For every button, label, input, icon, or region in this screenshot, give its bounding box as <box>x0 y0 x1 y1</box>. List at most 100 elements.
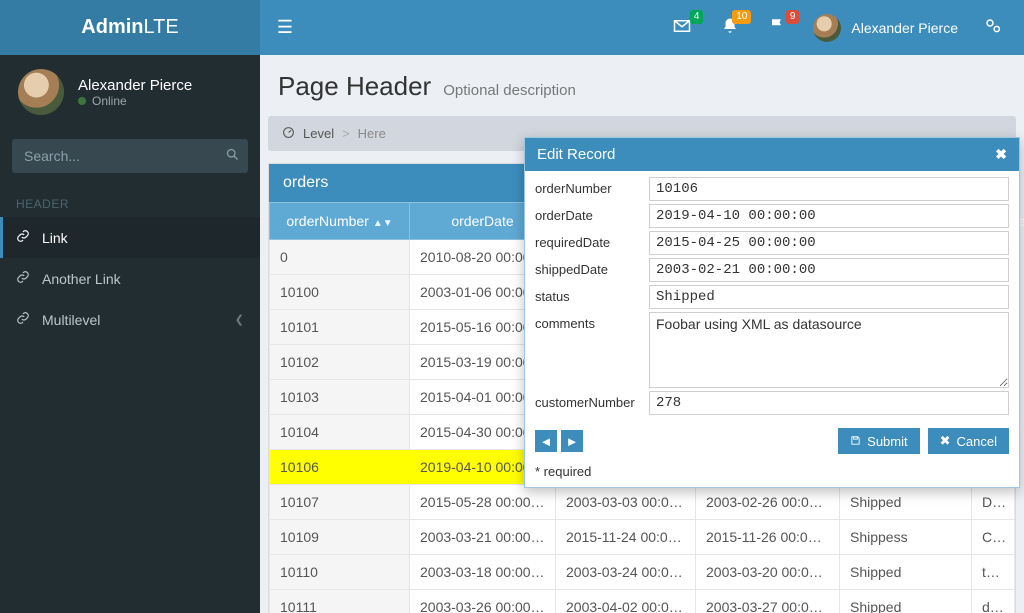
table-cell: 10110 <box>270 555 410 590</box>
search-button[interactable] <box>217 147 248 165</box>
notifications-button[interactable]: 10 <box>717 12 743 44</box>
label-orderdate: orderDate <box>535 204 649 223</box>
tasks-button[interactable]: 9 <box>765 12 791 44</box>
dialog-header[interactable]: Edit Record ✖ <box>525 138 1019 171</box>
messages-button[interactable]: 4 <box>669 12 695 44</box>
sidebar-user-status[interactable]: Online <box>78 94 192 108</box>
table-cell: Diffic <box>972 485 1015 520</box>
table-cell: Shipped <box>840 485 972 520</box>
input-ordernumber[interactable] <box>649 177 1009 201</box>
table-cell: test's <box>972 555 1015 590</box>
search-icon <box>225 149 240 165</box>
table-cell: Shipped <box>840 590 972 613</box>
table-cell: Shipped <box>840 555 972 590</box>
avatar <box>813 14 841 42</box>
avatar <box>18 69 64 115</box>
sidebar-item-label: Another Link <box>42 271 121 287</box>
top-navbar: AdminLTE ☰ 4 10 9 Alexander Pi <box>0 0 1024 55</box>
link-icon <box>16 311 30 328</box>
input-orderdate[interactable] <box>649 204 1009 228</box>
table-row[interactable]: 101072015-05-28 00:00:002003-03-03 00:00… <box>270 485 1015 520</box>
table-cell: 2015-11-24 00:00:00 <box>556 520 696 555</box>
sidebar-user-name: Alexander Pierce <box>78 77 192 94</box>
table-cell: 2003-03-27 00:00:00 <box>696 590 840 613</box>
envelope-icon <box>673 17 691 38</box>
input-comments[interactable] <box>649 312 1009 388</box>
table-cell: 2003-03-21 00:00:00 <box>410 520 556 555</box>
sort-icon: ▲▼ <box>373 218 393 229</box>
submit-button[interactable]: Submit <box>838 428 919 454</box>
chevron-left-icon: ❮ <box>235 313 244 326</box>
breadcrumb-level[interactable]: Level <box>303 126 334 141</box>
table-cell: 0 <box>270 240 410 275</box>
brand-logo[interactable]: AdminLTE <box>0 0 260 55</box>
table-cell: 2003-03-18 00:00:00 <box>410 555 556 590</box>
close-icon: ✖ <box>995 146 1007 162</box>
user-menu[interactable]: Alexander Pierce <box>813 14 958 42</box>
prev-record-button[interactable]: ◄ <box>535 430 557 452</box>
link-icon <box>16 229 30 246</box>
label-requireddate: requiredDate <box>535 231 649 250</box>
sidebar-item-another-link[interactable]: Another Link <box>0 258 260 299</box>
label-status: status <box>535 285 649 304</box>
table-cell: 10111 <box>270 590 410 613</box>
flag-icon <box>769 17 787 38</box>
table-cell: 10103 <box>270 380 410 415</box>
caret-right-icon: ► <box>566 434 579 449</box>
link-icon <box>16 270 30 287</box>
save-icon <box>850 434 861 449</box>
cancel-button[interactable]: ✖Cancel <box>928 428 1009 454</box>
brand-bold: Admin <box>81 16 143 38</box>
table-cell: 10106 <box>270 450 410 485</box>
notifications-badge: 10 <box>732 10 751 24</box>
table-cell: 10109 <box>270 520 410 555</box>
input-customernumber[interactable] <box>649 391 1009 415</box>
input-status[interactable] <box>649 285 1009 309</box>
col-ordernumber[interactable]: orderNumber▲▼ <box>270 203 410 240</box>
table-cell: 2003-03-26 00:00:00 <box>410 590 556 613</box>
sidebar-toggle-button[interactable]: ☰ <box>260 17 310 38</box>
input-requireddate[interactable] <box>649 231 1009 255</box>
table-row[interactable]: 101102003-03-18 00:00:002003-03-24 00:00… <box>270 555 1015 590</box>
table-cell: Cust <box>972 520 1015 555</box>
gears-icon <box>984 17 1002 38</box>
settings-button[interactable] <box>980 12 1006 44</box>
search-input[interactable] <box>12 139 217 173</box>
table-cell: 2003-03-24 00:00:00 <box>556 555 696 590</box>
sidebar-item-label: Link <box>42 230 68 246</box>
table-cell: 2003-03-20 00:00:00 <box>696 555 840 590</box>
required-note: * required <box>525 460 1019 487</box>
table-cell: 2015-05-28 00:00:00 <box>410 485 556 520</box>
sidebar-item-link[interactable]: Link <box>0 217 260 258</box>
breadcrumb-here: Here <box>358 126 386 141</box>
caret-left-icon: ◄ <box>540 434 553 449</box>
label-customernumber: customerNumber <box>535 391 649 410</box>
dialog-title: Edit Record <box>537 146 615 163</box>
table-cell: dfsda <box>972 590 1015 613</box>
tasks-badge: 9 <box>786 10 800 24</box>
label-comments: comments <box>535 312 649 331</box>
next-record-button[interactable]: ► <box>561 430 583 452</box>
input-shippeddate[interactable] <box>649 258 1009 282</box>
table-cell: 2003-04-02 00:00:00 <box>556 590 696 613</box>
sidebar-item-label: Multilevel <box>42 312 100 328</box>
table-row[interactable]: 101112003-03-26 00:00:002003-04-02 00:00… <box>270 590 1015 613</box>
sidebar-user-panel: Alexander Pierce Online <box>0 55 260 129</box>
edit-record-dialog: Edit Record ✖ orderNumber orderDate requ… <box>524 137 1020 488</box>
table-row[interactable]: 101092003-03-21 00:00:002015-11-24 00:00… <box>270 520 1015 555</box>
breadcrumb-separator: > <box>342 126 350 141</box>
table-cell: 2003-03-03 00:00:00 <box>556 485 696 520</box>
close-icon: ✖ <box>940 433 951 449</box>
sidebar-search <box>12 139 248 173</box>
sidebar-item-multilevel[interactable]: Multilevel ❮ <box>0 299 260 340</box>
page-header: Page Header Optional description <box>260 55 1024 110</box>
table-cell: 10101 <box>270 310 410 345</box>
table-cell: 10107 <box>270 485 410 520</box>
table-cell: Shippess <box>840 520 972 555</box>
sidebar: Alexander Pierce Online HEADER Link Anot… <box>0 55 260 613</box>
table-cell: 10100 <box>270 275 410 310</box>
table-cell: 10104 <box>270 415 410 450</box>
table-cell: 10102 <box>270 345 410 380</box>
label-ordernumber: orderNumber <box>535 177 649 196</box>
dialog-close-button[interactable]: ✖ <box>995 146 1007 163</box>
